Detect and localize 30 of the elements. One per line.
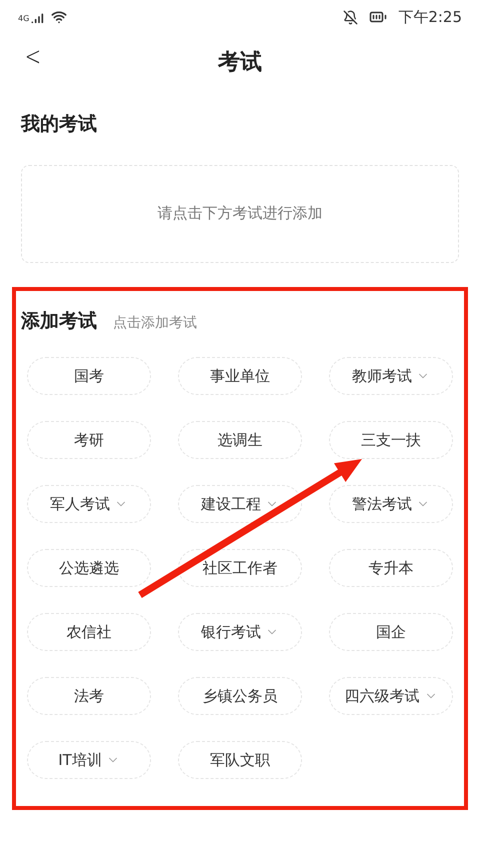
exam-chip[interactable]: 公选遴选 — [27, 549, 151, 587]
exam-chip[interactable]: 四六级考试 — [329, 677, 453, 715]
exam-chip[interactable]: 法考 — [27, 677, 151, 715]
bell-off-icon — [343, 10, 358, 24]
exam-chip[interactable]: 事业单位 — [178, 357, 302, 395]
exam-chip[interactable]: 警法考试 — [329, 485, 453, 523]
exam-chip[interactable]: 农信社 — [27, 613, 151, 651]
exam-chip[interactable]: 社区工作者 — [178, 549, 302, 587]
exam-chip[interactable]: 建设工程 — [178, 485, 302, 523]
section-subtitle: 点击添加考试 — [113, 314, 197, 332]
exam-chip[interactable]: IT培训 — [27, 741, 151, 779]
back-button[interactable]: < — [24, 44, 42, 70]
page-title: 考试 — [218, 48, 262, 76]
exam-chip[interactable]: 国企 — [329, 613, 453, 651]
exam-chip[interactable]: 乡镇公务员 — [178, 677, 302, 715]
exam-chip[interactable]: 银行考试 — [178, 613, 302, 651]
exam-chip[interactable]: 选调生 — [178, 421, 302, 459]
section-title: 我的考试 — [21, 112, 98, 137]
clock: 下午2:25 — [398, 6, 462, 28]
exam-chip[interactable]: 三支一扶 — [329, 421, 453, 459]
wifi-icon — [51, 9, 68, 25]
network-label: 4G — [18, 13, 30, 25]
exam-chip[interactable]: 教师考试 — [329, 357, 453, 395]
section-title: 添加考试 — [21, 308, 97, 334]
exam-chip[interactable]: 考研 — [27, 421, 151, 459]
exam-chip[interactable]: 专升本 — [329, 549, 453, 587]
empty-exam-card: 请点击下方考试进行添加 — [21, 164, 459, 262]
exam-chip[interactable]: 军人考试 — [27, 485, 151, 523]
exam-chip[interactable]: 军队文职 — [178, 741, 302, 779]
exam-chip[interactable]: 国考 — [27, 357, 151, 395]
